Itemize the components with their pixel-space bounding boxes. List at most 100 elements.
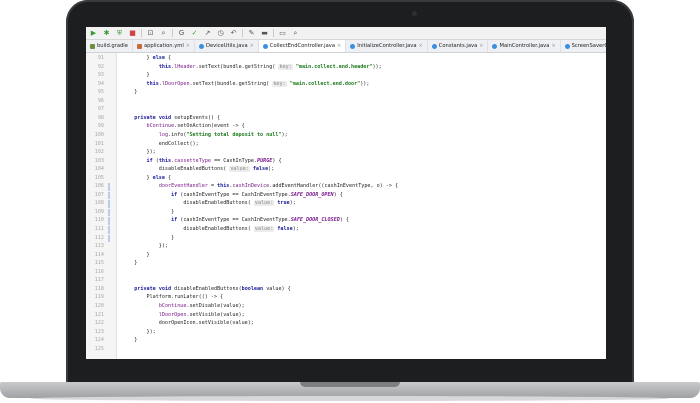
- line-number: 101: [94, 140, 104, 147]
- code-text: doorOpenIcon.setVisible(value);: [122, 320, 254, 327]
- line-number: 112: [94, 234, 104, 241]
- search2-icon[interactable]: ⌕: [291, 28, 300, 38]
- line-number: 100: [94, 131, 104, 138]
- tab-screensavercontroller-java[interactable]: ScreenSaverController.java×: [561, 40, 606, 52]
- code-text: });: [122, 328, 156, 335]
- laptop-base-notch: [300, 382, 400, 387]
- layout-icon[interactable]: ▭: [278, 28, 287, 38]
- java-file-icon: [198, 43, 204, 49]
- revert-icon[interactable]: ↶: [229, 28, 238, 38]
- tab-label: DeviceUtils.java: [205, 43, 248, 49]
- coverage-icon[interactable]: ⛨: [115, 28, 124, 38]
- tab-constants-java[interactable]: Constants.java ×: [428, 40, 489, 52]
- code-text: if (cashInEventType == CashInEventType.S…: [171, 217, 349, 224]
- folder-icon[interactable]: ▬: [260, 28, 269, 38]
- toolbar-separator: [273, 29, 274, 37]
- code-line: 102 });: [86, 149, 606, 157]
- code-text: }: [122, 251, 150, 258]
- yml-file-icon: [136, 43, 142, 49]
- history-icon[interactable]: ◷: [216, 28, 225, 38]
- stop-icon[interactable]: ■: [128, 28, 137, 38]
- change-marker: [108, 200, 110, 208]
- code-text: }: [122, 208, 175, 215]
- line-number: 118: [94, 285, 104, 292]
- close-icon[interactable]: ×: [551, 43, 555, 49]
- line-number: 92: [97, 63, 104, 70]
- line-number: 113: [94, 243, 104, 250]
- code-line: 125: [86, 346, 606, 354]
- check-icon[interactable]: ✓: [190, 28, 199, 38]
- code-text: disableEnabledButtons( value: true);: [122, 200, 296, 207]
- arrow-icon[interactable]: ↗: [203, 28, 212, 38]
- java-file-icon: [262, 43, 268, 49]
- code-text: });: [122, 149, 156, 156]
- change-marker: [108, 217, 110, 226]
- line-number: 102: [94, 149, 104, 156]
- code-line: 103 if (this.cassetteType == CashInType.…: [86, 158, 606, 166]
- code-line: 97: [86, 106, 606, 114]
- build-icon[interactable]: ⊡: [146, 28, 155, 38]
- tab-initializecontroller-java[interactable]: InitializeController.java ×: [346, 40, 428, 52]
- code-line: 108 disableEnabledButtons( value: true);: [86, 200, 606, 208]
- close-icon[interactable]: ×: [479, 43, 483, 49]
- code-line: 118 private void disableEnabledButtons(b…: [86, 286, 606, 294]
- toolbar-separator: [141, 29, 142, 37]
- code-text: disableEnabledButtons( value: false);: [122, 226, 299, 232]
- line-number: 109: [94, 208, 104, 215]
- close-icon[interactable]: ×: [186, 43, 190, 49]
- close-icon[interactable]: ×: [337, 43, 341, 49]
- code-text: this.lDoorOpen.setText(bundle.getString(…: [146, 80, 370, 87]
- code-line: 99 bContinue.setOnAction(event -> {: [86, 123, 606, 131]
- line-number: 123: [94, 328, 104, 335]
- tab-label: CollectEndController.java: [269, 43, 336, 49]
- close-icon[interactable]: ×: [250, 43, 254, 49]
- code-text: endCollect();: [122, 140, 199, 147]
- tab-application-yml[interactable]: application.yml ×: [133, 40, 195, 52]
- code-text: log.info("Setting total deposit to null"…: [158, 131, 288, 138]
- tab-deviceutils-java[interactable]: DeviceUtils.java ×: [195, 40, 259, 52]
- tab-collectendcontroller-java[interactable]: CollectEndController.java ×: [258, 40, 347, 52]
- line-number: 105: [94, 174, 104, 181]
- java-file-icon: [564, 43, 570, 49]
- code-editor[interactable]: 91 } else {92 this.lHeader.setText(bundl…: [86, 53, 606, 359]
- java-file-icon: [431, 43, 437, 49]
- ide-toolbar: ▶ ✱ ⛨ ■ ⊡ ⌕ G ✓ ↗ ◷ ↶ ✎ ▬ ▭ ⌕: [86, 27, 606, 40]
- code-text: });: [122, 243, 169, 250]
- git-icon[interactable]: G: [177, 28, 186, 38]
- code-line: 104 disableEnabledButtons( value: false)…: [86, 166, 606, 174]
- search-icon[interactable]: ⌕: [159, 28, 168, 38]
- tab-maincontroller-java[interactable]: MainController.java ×: [488, 40, 561, 52]
- code-line: 113 });: [86, 243, 606, 251]
- wrench-icon[interactable]: ✎: [247, 28, 256, 38]
- line-number: 104: [94, 166, 104, 173]
- tab-label: MainController.java: [499, 43, 550, 49]
- change-marker: [108, 183, 110, 191]
- code-text: disableEnabledButtons( value: false);: [122, 166, 275, 173]
- line-number: 103: [94, 157, 104, 164]
- tab-label: InitializeController.java: [357, 43, 417, 49]
- line-number: 95: [97, 89, 104, 96]
- code-text: } else {: [122, 174, 172, 181]
- code-text: bContinue.setDisable(value);: [158, 302, 245, 309]
- code-line: 121 lDoorOpen.setVisible(value);: [86, 312, 606, 320]
- camera: [412, 11, 417, 16]
- line-number: 115: [94, 260, 104, 267]
- code-text: }: [122, 260, 138, 267]
- code-line: 94 this.lDoorOpen.setText(bundle.getStri…: [86, 80, 606, 89]
- code-line: 109 }: [86, 209, 606, 217]
- code-text: Platform.runLater(() -> {: [122, 294, 224, 301]
- code-line: 107 if (cashInEventType == CashInEventTy…: [86, 192, 606, 200]
- code-text: this.lHeader.setText(bundle.getString( k…: [158, 63, 382, 70]
- line-number: 97: [97, 106, 104, 113]
- debug-icon[interactable]: ✱: [102, 28, 111, 38]
- line-number: 120: [94, 302, 104, 309]
- tab-build-gradle[interactable]: build.gradle: [86, 40, 133, 52]
- line-number: 94: [97, 80, 104, 87]
- close-icon[interactable]: ×: [419, 43, 423, 49]
- line-number: 107: [94, 191, 104, 198]
- run-icon[interactable]: ▶: [89, 28, 98, 38]
- line-number: 99: [97, 123, 104, 130]
- code-line: 124 }: [86, 337, 606, 345]
- code-text: }: [122, 89, 138, 96]
- code-line: 122 doorOpenIcon.setVisible(value);: [86, 320, 606, 328]
